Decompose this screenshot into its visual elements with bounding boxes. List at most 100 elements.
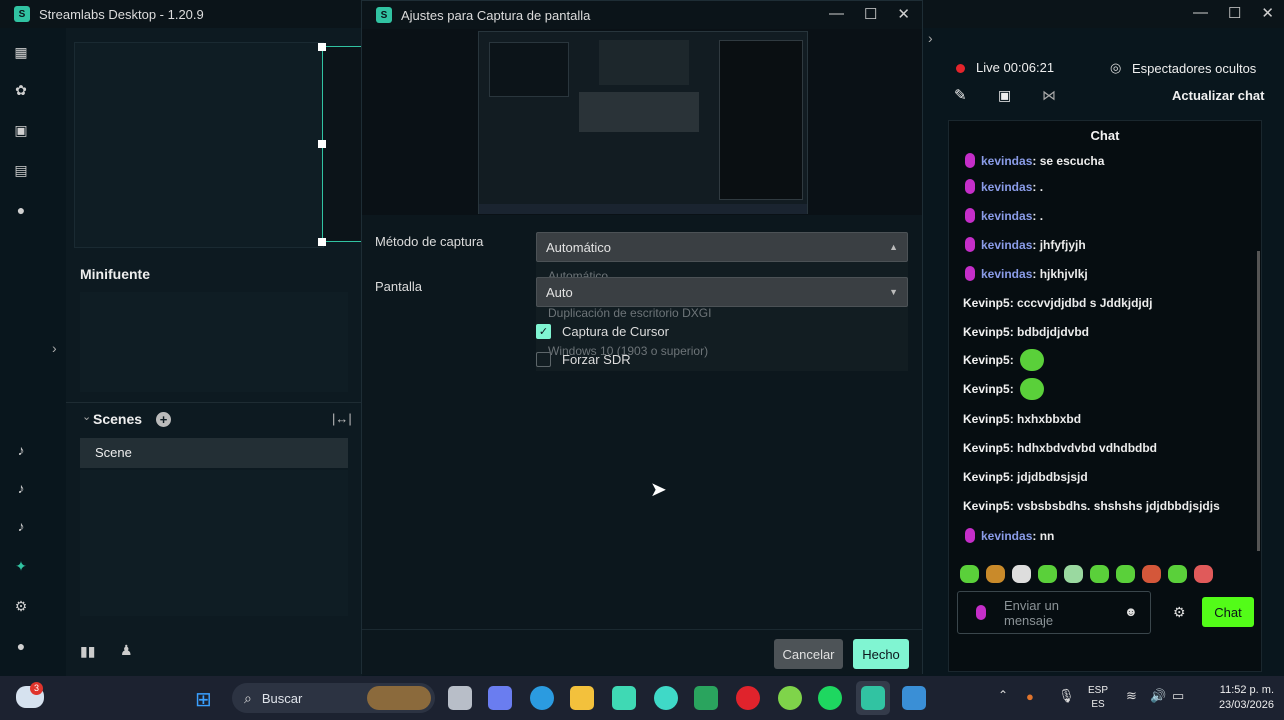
spotify-icon[interactable]	[818, 686, 842, 710]
battery-icon[interactable]: ▭	[1172, 688, 1184, 704]
store-icon[interactable]: ▣	[13, 122, 29, 138]
done-button[interactable]: Hecho	[853, 639, 909, 669]
dropdown-option[interactable]: Duplicación de escritorio DXGI	[548, 306, 711, 320]
chat-username[interactable]: Kevinp5	[963, 441, 1010, 455]
play-icon[interactable]: ●	[13, 202, 29, 218]
maximize-icon[interactable]: ☐	[864, 5, 877, 23]
capture-preview	[362, 29, 922, 215]
volume-icon[interactable]: 🔊	[1150, 688, 1166, 704]
folder-icon[interactable]	[570, 686, 594, 710]
emoji-icon[interactable]: ☻	[1124, 604, 1138, 619]
chat-username[interactable]: kevindas	[981, 267, 1032, 281]
collapse-chevron-icon[interactable]: ›	[928, 30, 933, 46]
minimize-icon[interactable]: —	[829, 5, 844, 23]
language-indicator[interactable]: ESP ES	[1088, 684, 1108, 712]
emote-icon[interactable]	[1194, 565, 1213, 583]
chat-username[interactable]: Kevinp5	[963, 353, 1010, 367]
scene-item[interactable]: Scene	[80, 438, 348, 468]
stats-icon[interactable]: ▮▮	[80, 643, 95, 660]
chat-username[interactable]: Kevinp5	[963, 470, 1010, 484]
tiktok-icon[interactable]: ♪	[13, 442, 29, 458]
emote-icon[interactable]	[1168, 565, 1187, 583]
camera-icon[interactable]: ▣	[998, 87, 1011, 104]
resize-handle[interactable]	[318, 140, 326, 148]
cursor-capture-row[interactable]: ✓ Captura de Cursor	[536, 324, 669, 339]
settings-icon[interactable]: ⚙	[13, 598, 29, 614]
utorrent-icon[interactable]	[778, 686, 802, 710]
editor-icon[interactable]: ▦	[13, 44, 29, 60]
windows-start-icon[interactable]: ⊞	[195, 687, 212, 712]
chat-username[interactable]: kevindas	[981, 209, 1032, 223]
chat-username[interactable]: Kevinp5	[963, 325, 1010, 339]
edge-icon[interactable]	[530, 686, 554, 710]
chat-username[interactable]: kevindas	[981, 529, 1032, 543]
chat-username[interactable]: Kevinp5	[963, 499, 1010, 513]
emote-icon[interactable]	[1038, 565, 1057, 583]
selected-source-outline[interactable]	[322, 46, 362, 242]
scene-transitions-icon[interactable]: |↔|	[332, 411, 352, 426]
close-icon[interactable]: ✕	[897, 5, 910, 23]
themes-icon[interactable]: ✿	[13, 82, 29, 98]
stream-preview[interactable]	[74, 42, 324, 248]
app-icon[interactable]	[612, 686, 636, 710]
file-explorer-icon[interactable]	[448, 686, 472, 710]
clock-time: 11:52 p. m.	[1219, 684, 1274, 696]
chevron-up-icon[interactable]: ⌃	[998, 688, 1008, 702]
share-icon[interactable]: ⋈	[1042, 87, 1056, 104]
app-2-icon[interactable]	[654, 686, 678, 710]
close-icon[interactable]: ✕	[1261, 4, 1274, 22]
collapse-chevron-icon[interactable]: ⌄	[82, 410, 91, 423]
streamlabs-taskbar-icon[interactable]	[861, 686, 885, 710]
checkmark-icon[interactable]: ✓	[536, 324, 551, 339]
hidden-viewers-icon[interactable]: ◎	[1110, 60, 1121, 76]
chat-message: Kevinp5: cccvvjdjdbd s Jddkjdjdj	[963, 296, 1153, 310]
emote-icon[interactable]	[1012, 565, 1031, 583]
live-label: Live	[976, 60, 1000, 75]
tiktok-2-icon[interactable]: ♪	[13, 480, 29, 496]
microphone-icon[interactable]: 🎙	[1058, 688, 1075, 704]
tray-app-icon[interactable]: ●	[1026, 689, 1034, 704]
emote-icon[interactable]	[1090, 565, 1109, 583]
screen-select[interactable]: Auto ▼	[536, 277, 908, 307]
checkbox-icon[interactable]	[536, 352, 551, 367]
emote-icon[interactable]	[986, 565, 1005, 583]
maximize-icon[interactable]: ☐	[1228, 4, 1241, 22]
refresh-chat-button[interactable]: Actualizar chat	[1172, 88, 1264, 103]
copilot-icon[interactable]	[488, 686, 512, 710]
emote-icon[interactable]	[1142, 565, 1161, 583]
chat-username[interactable]: kevindas	[981, 180, 1032, 194]
emote-icon[interactable]	[960, 565, 979, 583]
chat-username[interactable]: Kevinp5	[963, 296, 1010, 310]
clock[interactable]: 11:52 p. m. 23/03/2026	[1200, 683, 1274, 713]
chat-username[interactable]: kevindas	[981, 154, 1032, 168]
recordings-icon[interactable]: ▤	[13, 162, 29, 178]
edit-icon[interactable]: ✎	[954, 86, 967, 104]
remote-desktop-icon[interactable]	[902, 686, 926, 710]
chat-message: kevindas: hjkhjvlkj	[965, 266, 1088, 281]
minimize-icon[interactable]: —	[1193, 4, 1208, 22]
chat-settings-icon[interactable]: ⚙	[1173, 604, 1186, 621]
resize-handle[interactable]	[318, 238, 326, 246]
chat-send-button[interactable]: Chat	[1202, 597, 1254, 627]
add-scene-icon[interactable]: +	[156, 412, 171, 427]
chat-username[interactable]: kevindas	[981, 238, 1032, 252]
opera-icon[interactable]	[736, 686, 760, 710]
message-input[interactable]: Enviar un mensaje ☻	[957, 591, 1151, 634]
sparkle-icon[interactable]: ✦	[13, 558, 29, 574]
chat-username[interactable]: Kevinp5	[963, 382, 1010, 396]
tiktok-3-icon[interactable]: ♪	[13, 518, 29, 534]
expand-chevron-icon[interactable]: ›	[52, 340, 57, 356]
cancel-button[interactable]: Cancelar	[774, 639, 843, 669]
chat-username[interactable]: Kevinp5	[963, 412, 1010, 426]
capture-method-select[interactable]: Automático ▲	[536, 232, 908, 262]
wifi-icon[interactable]: ≋	[1126, 688, 1137, 704]
force-sdr-row[interactable]: Forzar SDR	[536, 352, 631, 367]
notifications-icon[interactable]: ♟	[120, 642, 133, 659]
profile-icon[interactable]: ●	[13, 638, 29, 654]
emote-icon[interactable]	[1116, 565, 1135, 583]
excel-icon[interactable]	[694, 686, 718, 710]
resize-handle[interactable]	[318, 43, 326, 51]
emote-icon[interactable]	[1064, 565, 1083, 583]
taskbar-search[interactable]: ⌕ Buscar	[232, 683, 435, 713]
chat-scrollbar[interactable]	[1257, 251, 1260, 551]
